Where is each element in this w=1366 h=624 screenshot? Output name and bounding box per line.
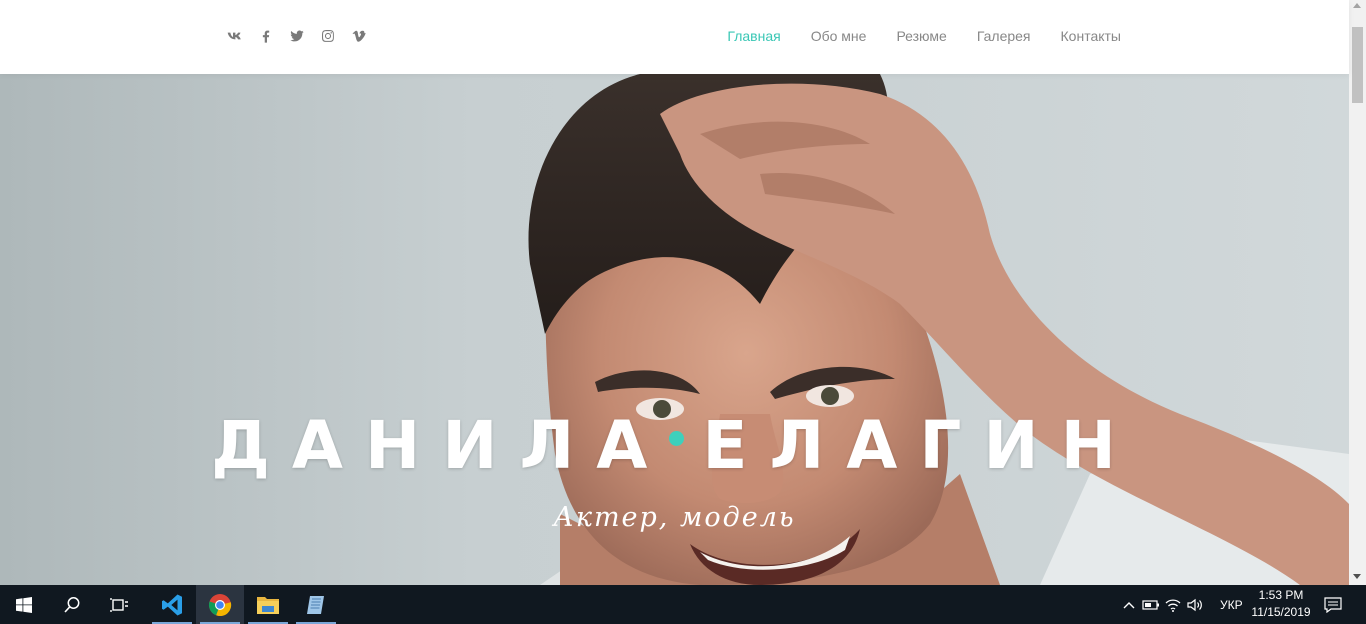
vk-icon[interactable]: [226, 26, 244, 46]
wifi-icon[interactable]: [1162, 585, 1184, 624]
vimeo-icon[interactable]: [350, 26, 368, 46]
system-tray: [1118, 585, 1206, 624]
volume-icon[interactable]: [1184, 585, 1206, 624]
vscode-icon[interactable]: [148, 585, 196, 624]
nav-about[interactable]: Обо мне: [811, 28, 867, 44]
nav-home[interactable]: Главная: [727, 28, 780, 44]
main-nav: Главная Обо мне Резюме Галерея Контакты: [727, 28, 1121, 44]
nav-gallery[interactable]: Галерея: [977, 28, 1031, 44]
page-scrollbar[interactable]: [1349, 0, 1366, 585]
nav-contacts[interactable]: Контакты: [1061, 28, 1121, 44]
clock-date: 11/15/2019: [1251, 605, 1311, 619]
task-view-icon[interactable]: [96, 585, 144, 624]
notepad-icon[interactable]: [292, 585, 340, 624]
scroll-down-arrow-icon[interactable]: [1353, 574, 1361, 579]
site-header: Главная Обо мне Резюме Галерея Контакты: [0, 0, 1349, 74]
hero-title: ДАНИЛА ЕЛАГИН: [0, 407, 1349, 484]
instagram-icon[interactable]: [319, 26, 337, 46]
scroll-thumb[interactable]: [1352, 27, 1363, 103]
clock[interactable]: 1:53 PM 11/15/2019: [1249, 587, 1313, 621]
hero-subtitle: Актер, модель: [553, 502, 796, 533]
start-icon[interactable]: [0, 585, 48, 624]
chevron-up-icon[interactable]: [1118, 585, 1140, 624]
social-links: [226, 26, 368, 46]
hero-first-name: ДАНИЛА: [211, 407, 670, 484]
hero-section: ДАНИЛА ЕЛАГИН Актер, модель: [0, 74, 1349, 585]
language-indicator[interactable]: УКР: [1220, 598, 1243, 612]
nav-resume[interactable]: Резюме: [896, 28, 946, 44]
twitter-icon[interactable]: [288, 26, 306, 46]
notifications-icon[interactable]: [1310, 585, 1356, 624]
battery-icon[interactable]: [1140, 585, 1162, 624]
file-explorer-icon[interactable]: [244, 585, 292, 624]
search-icon[interactable]: [48, 585, 96, 624]
hero-last-name: ЕЛАГИН: [702, 407, 1138, 484]
clock-time: 1:53 PM: [1258, 588, 1304, 602]
scroll-up-arrow-icon[interactable]: [1353, 3, 1361, 8]
windows-taskbar: УКР 1:53 PM 11/15/2019: [0, 585, 1366, 624]
chrome-icon[interactable]: [196, 585, 244, 624]
accent-dot: [669, 431, 685, 446]
facebook-icon[interactable]: [257, 26, 275, 46]
